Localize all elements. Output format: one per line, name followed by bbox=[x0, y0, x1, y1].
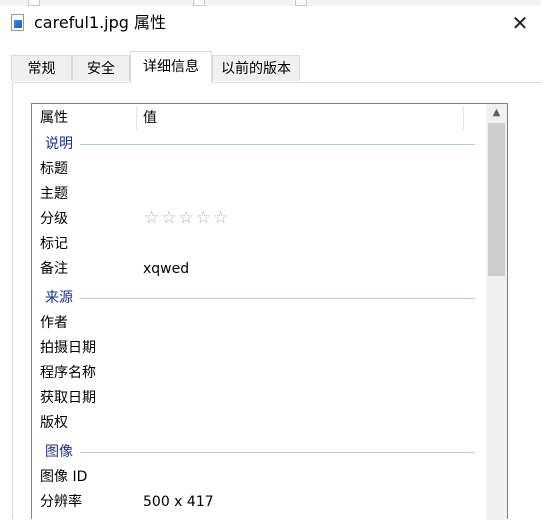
property-name: 拍摄日期 bbox=[40, 340, 96, 356]
group-label: 说明 bbox=[45, 136, 73, 152]
property-name: 作者 bbox=[40, 315, 68, 331]
property-value[interactable]: xqwed bbox=[143, 259, 189, 279]
table-row[interactable]: 标题 bbox=[32, 157, 487, 182]
scrollbar-thumb[interactable] bbox=[488, 123, 505, 276]
scroll-up-arrow-icon[interactable]: ▲ bbox=[486, 104, 507, 121]
property-value[interactable]: 500 x 417 bbox=[143, 492, 214, 512]
table-row[interactable]: 分级 ☆☆☆☆☆ bbox=[32, 207, 487, 232]
property-name: 主题 bbox=[40, 186, 68, 202]
tab-security[interactable]: 安全 bbox=[72, 55, 130, 81]
table-row[interactable]: 拍摄日期 bbox=[32, 336, 487, 361]
table-row[interactable]: 获取日期 bbox=[32, 386, 487, 411]
group-label: 图像 bbox=[45, 444, 73, 460]
table-row[interactable]: 分辨率 500 x 417 bbox=[32, 490, 487, 515]
tab-general[interactable]: 常规 bbox=[11, 55, 72, 81]
group-header-origin: 来源 bbox=[32, 287, 487, 309]
property-name: 程序名称 bbox=[40, 365, 96, 381]
table-row[interactable]: 标记 bbox=[32, 232, 487, 257]
tab-details[interactable]: 详细信息 bbox=[130, 51, 212, 83]
property-name: 标题 bbox=[40, 161, 68, 177]
column-header: 属性 值 bbox=[32, 104, 487, 132]
property-name: 备注 bbox=[40, 261, 68, 277]
group-divider bbox=[80, 298, 475, 299]
column-header-property[interactable]: 属性 bbox=[40, 108, 68, 128]
column-header-value[interactable]: 值 bbox=[143, 108, 157, 128]
group-header-image: 图像 bbox=[32, 441, 487, 463]
column-divider[interactable] bbox=[136, 106, 137, 130]
table-row[interactable]: 备注 xqwed bbox=[32, 257, 487, 282]
tab-bar: 常规 安全 详细信息 以前的版本 bbox=[0, 42, 541, 83]
group-header-description: 说明 bbox=[32, 133, 487, 155]
close-button[interactable]: ✕ bbox=[506, 10, 534, 36]
jpg-file-icon bbox=[11, 14, 24, 31]
property-name: 获取日期 bbox=[40, 390, 96, 406]
column-divider[interactable] bbox=[463, 106, 464, 130]
property-name: 版权 bbox=[40, 415, 68, 431]
window-title: careful1.jpg 属性 bbox=[34, 13, 167, 32]
table-row[interactable]: 版权 bbox=[32, 411, 487, 436]
property-name: 分辨率 bbox=[40, 494, 82, 510]
table-row[interactable]: 主题 bbox=[32, 182, 487, 207]
group-divider bbox=[80, 144, 475, 145]
properties-list[interactable]: 属性 值 说明 标题 主题 分级 ☆☆☆☆☆ 标记 备注 xqwed 来源 作者… bbox=[31, 103, 508, 520]
table-row[interactable]: 图像 ID bbox=[32, 465, 487, 490]
vertical-scrollbar[interactable]: ▲ bbox=[486, 104, 507, 520]
property-name: 标记 bbox=[40, 236, 68, 252]
group-label: 来源 bbox=[45, 290, 73, 306]
tab-previous-versions[interactable]: 以前的版本 bbox=[212, 55, 300, 81]
title-bar: careful1.jpg 属性 ✕ bbox=[0, 6, 541, 42]
table-row[interactable]: 作者 bbox=[32, 311, 487, 336]
group-divider bbox=[80, 452, 475, 453]
property-name: 图像 ID bbox=[40, 469, 88, 485]
property-name: 分级 bbox=[40, 211, 68, 227]
rating-stars[interactable]: ☆☆☆☆☆ bbox=[144, 207, 230, 229]
table-row[interactable]: 程序名称 bbox=[32, 361, 487, 386]
